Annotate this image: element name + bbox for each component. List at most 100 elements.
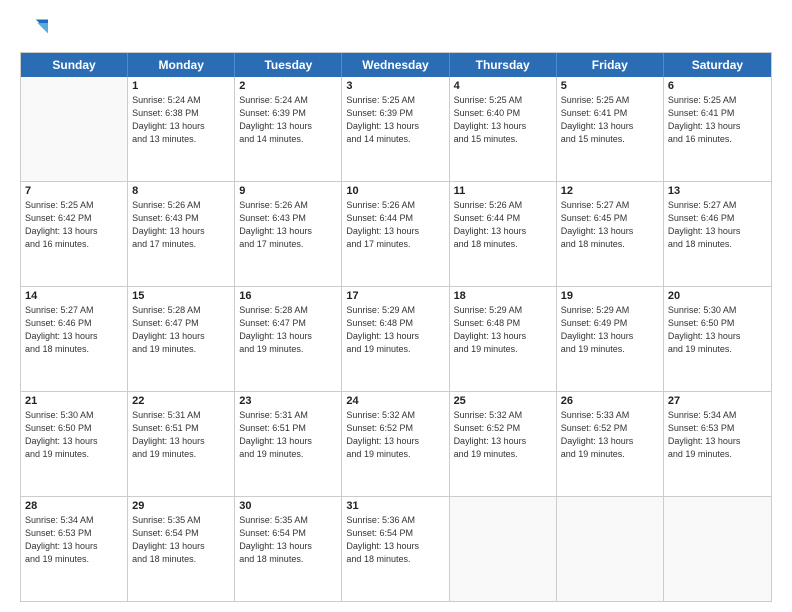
daylight-cont: and 18 minutes. xyxy=(25,343,123,356)
day-info: Sunrise: 5:35 AMSunset: 6:54 PMDaylight:… xyxy=(239,514,337,565)
day-cell-13: 13Sunrise: 5:27 AMSunset: 6:46 PMDayligh… xyxy=(664,182,771,286)
sunset: Sunset: 6:40 PM xyxy=(454,107,552,120)
daylight-cont: and 19 minutes. xyxy=(668,448,767,461)
day-number: 30 xyxy=(239,500,337,512)
daylight-cont: and 19 minutes. xyxy=(25,448,123,461)
day-cell-4: 4Sunrise: 5:25 AMSunset: 6:40 PMDaylight… xyxy=(450,77,557,181)
week-row-3: 14 Sunrise: 5:27 AMSunset: 6:46 PMDayligh… xyxy=(21,287,771,392)
day-number: 3 xyxy=(346,80,444,92)
day-info: Sunrise: 5:25 AMSunset: 6:39 PMDaylight:… xyxy=(346,94,444,145)
sunrise: Sunrise: 5:30 AM xyxy=(668,304,767,317)
week-row-5: 28Sunrise: 5:34 AMSunset: 6:53 PMDayligh… xyxy=(21,497,771,601)
daylight: Daylight: 13 hours xyxy=(561,120,659,133)
sunrise: Sunrise: 5:27 AM xyxy=(561,199,659,212)
sunrise: Sunrise: 5:34 AM xyxy=(668,409,767,422)
day-cell-23: 23Sunrise: 5:31 AMSunset: 6:51 PMDayligh… xyxy=(235,392,342,496)
day-cell-8: 8 Sunrise: 5:26 AMSunset: 6:43 PMDaylight… xyxy=(128,182,235,286)
daylight: Daylight: 13 hours xyxy=(239,540,337,553)
sunset: Sunset: 6:41 PM xyxy=(668,107,767,120)
daylight-cont: and 19 minutes. xyxy=(561,448,659,461)
daylight: Daylight: 13 hours xyxy=(454,435,552,448)
day-cell-14: 14 Sunrise: 5:27 AMSunset: 6:46 PMDayligh… xyxy=(21,287,128,391)
sunset: Sunset: 6:51 PM xyxy=(132,422,230,435)
day-info: Sunrise: 5:24 AMSunset: 6:39 PMDaylight:… xyxy=(239,94,337,145)
sunset: Sunset: 6:47 PM xyxy=(239,317,337,330)
day-info: Sunrise: 5:27 AMSunset: 6:46 PMDaylight:… xyxy=(25,304,123,355)
sunset: Sunset: 6:43 PM xyxy=(239,212,337,225)
daylight: Daylight: 13 hours xyxy=(346,120,444,133)
sunrise: Sunrise: 5:25 AM xyxy=(25,199,123,212)
sunrise: Sunrise: 5:31 AM xyxy=(132,409,230,422)
daylight: Daylight: 13 hours xyxy=(25,435,123,448)
empty-cell xyxy=(557,497,664,601)
daylight: Daylight: 13 hours xyxy=(239,225,337,238)
day-number: 28 xyxy=(25,500,123,512)
day-info: Sunrise: 5:33 AMSunset: 6:52 PMDaylight:… xyxy=(561,409,659,460)
daylight-cont: and 17 minutes. xyxy=(239,238,337,251)
header-day-sunday: Sunday xyxy=(21,53,128,77)
daylight: Daylight: 13 hours xyxy=(454,330,552,343)
daylight: Daylight: 13 hours xyxy=(132,330,230,343)
daylight: Daylight: 13 hours xyxy=(132,435,230,448)
logo-icon xyxy=(20,16,48,44)
sunset: Sunset: 6:41 PM xyxy=(561,107,659,120)
week-row-2: 7Sunrise: 5:25 AMSunset: 6:42 PMDaylight… xyxy=(21,182,771,287)
day-info: Sunrise: 5:26 AMSunset: 6:43 PMDaylight:… xyxy=(239,199,337,250)
day-info: Sunrise: 5:28 AMSunset: 6:47 PMDaylight:… xyxy=(132,304,230,355)
sunset: Sunset: 6:42 PM xyxy=(25,212,123,225)
calendar: SundayMondayTuesdayWednesdayThursdayFrid… xyxy=(20,52,772,602)
day-number: 31 xyxy=(346,500,444,512)
calendar-header: SundayMondayTuesdayWednesdayThursdayFrid… xyxy=(21,53,771,77)
day-cell-20: 20Sunrise: 5:30 AMSunset: 6:50 PMDayligh… xyxy=(664,287,771,391)
sunset: Sunset: 6:50 PM xyxy=(668,317,767,330)
sunset: Sunset: 6:46 PM xyxy=(25,317,123,330)
daylight-cont: and 19 minutes. xyxy=(132,448,230,461)
page: SundayMondayTuesdayWednesdayThursdayFrid… xyxy=(0,0,792,612)
daylight-cont: and 18 minutes. xyxy=(561,238,659,251)
daylight-cont: and 19 minutes. xyxy=(239,343,337,356)
sunrise: Sunrise: 5:29 AM xyxy=(454,304,552,317)
sunrise: Sunrise: 5:32 AM xyxy=(346,409,444,422)
day-cell-30: 30 Sunrise: 5:35 AMSunset: 6:54 PMDayligh… xyxy=(235,497,342,601)
sunrise: Sunrise: 5:29 AM xyxy=(346,304,444,317)
day-info: Sunrise: 5:26 AMSunset: 6:43 PMDaylight:… xyxy=(132,199,230,250)
day-info: Sunrise: 5:25 AMSunset: 6:40 PMDaylight:… xyxy=(454,94,552,145)
sunrise: Sunrise: 5:25 AM xyxy=(454,94,552,107)
sunset: Sunset: 6:50 PM xyxy=(25,422,123,435)
day-info: Sunrise: 5:27 AMSunset: 6:46 PMDaylight:… xyxy=(668,199,767,250)
daylight-cont: and 19 minutes. xyxy=(25,553,123,566)
header-day-thursday: Thursday xyxy=(450,53,557,77)
daylight: Daylight: 13 hours xyxy=(132,120,230,133)
day-number: 16 xyxy=(239,290,337,302)
day-info: Sunrise: 5:25 AMSunset: 6:41 PMDaylight:… xyxy=(561,94,659,145)
daylight-cont: and 14 minutes. xyxy=(346,133,444,146)
day-cell-19: 19Sunrise: 5:29 AMSunset: 6:49 PMDayligh… xyxy=(557,287,664,391)
header-day-saturday: Saturday xyxy=(664,53,771,77)
day-number: 8 xyxy=(132,185,230,197)
daylight: Daylight: 13 hours xyxy=(239,120,337,133)
daylight: Daylight: 13 hours xyxy=(454,225,552,238)
week-row-4: 21Sunrise: 5:30 AMSunset: 6:50 PMDayligh… xyxy=(21,392,771,497)
sunrise: Sunrise: 5:25 AM xyxy=(668,94,767,107)
day-info: Sunrise: 5:25 AMSunset: 6:42 PMDaylight:… xyxy=(25,199,123,250)
daylight-cont: and 16 minutes. xyxy=(668,133,767,146)
day-cell-21: 21Sunrise: 5:30 AMSunset: 6:50 PMDayligh… xyxy=(21,392,128,496)
empty-cell xyxy=(450,497,557,601)
daylight: Daylight: 13 hours xyxy=(668,225,767,238)
day-cell-2: 2 Sunrise: 5:24 AMSunset: 6:39 PMDaylight… xyxy=(235,77,342,181)
day-number: 2 xyxy=(239,80,337,92)
sunrise: Sunrise: 5:34 AM xyxy=(25,514,123,527)
day-cell-11: 11Sunrise: 5:26 AMSunset: 6:44 PMDayligh… xyxy=(450,182,557,286)
day-info: Sunrise: 5:36 AMSunset: 6:54 PMDaylight:… xyxy=(346,514,444,565)
daylight-cont: and 17 minutes. xyxy=(132,238,230,251)
day-number: 14 xyxy=(25,290,123,302)
sunrise: Sunrise: 5:24 AM xyxy=(132,94,230,107)
day-cell-10: 10Sunrise: 5:26 AMSunset: 6:44 PMDayligh… xyxy=(342,182,449,286)
day-cell-12: 12Sunrise: 5:27 AMSunset: 6:45 PMDayligh… xyxy=(557,182,664,286)
day-number: 29 xyxy=(132,500,230,512)
day-info: Sunrise: 5:28 AMSunset: 6:47 PMDaylight:… xyxy=(239,304,337,355)
day-info: Sunrise: 5:30 AMSunset: 6:50 PMDaylight:… xyxy=(668,304,767,355)
logo xyxy=(20,16,52,44)
daylight-cont: and 14 minutes. xyxy=(239,133,337,146)
day-info: Sunrise: 5:26 AMSunset: 6:44 PMDaylight:… xyxy=(454,199,552,250)
